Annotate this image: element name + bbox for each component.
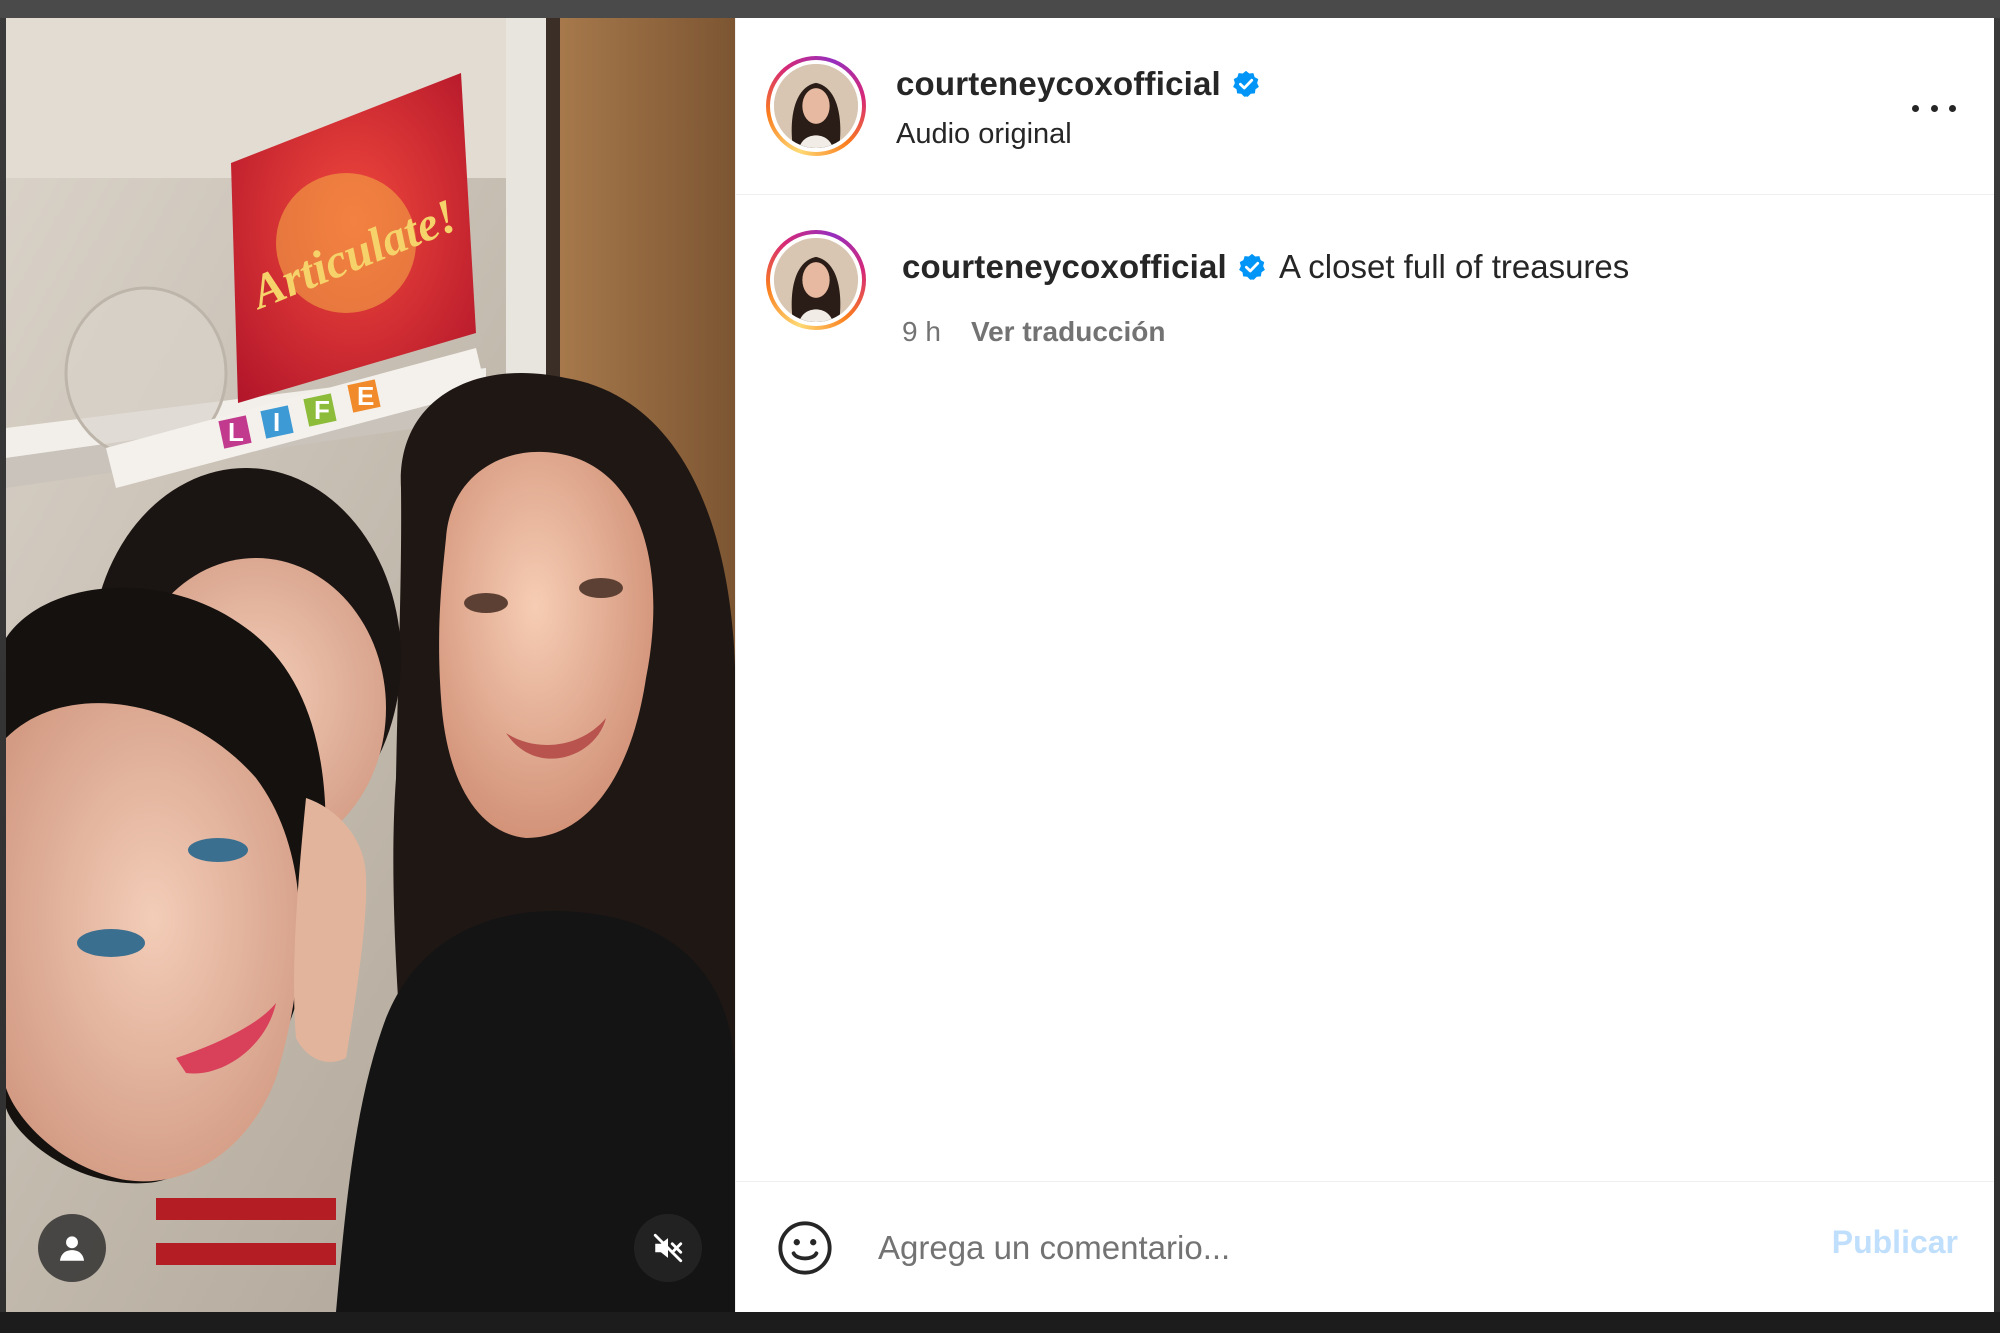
- post-modal: Articulate! L I F E courteneycoxofficial…: [6, 18, 1994, 1312]
- backdrop-thumbnail-strip: [0, 1312, 2000, 1333]
- caption-username[interactable]: courteneycoxofficial: [902, 248, 1227, 286]
- comment-bar: Publicar: [736, 1181, 1994, 1312]
- post-details-panel: courteneycoxofficial Audio original cour…: [735, 18, 1994, 1312]
- comment-input[interactable]: [876, 1212, 1750, 1284]
- caption-text: A closet full of treasures: [1278, 248, 1630, 285]
- verified-badge-icon: [1233, 70, 1259, 97]
- post-time[interactable]: 9 h: [902, 316, 941, 348]
- more-options-dot: [1949, 104, 1956, 112]
- life-letter-l: L: [228, 417, 244, 447]
- post-video[interactable]: Articulate! L I F E: [6, 18, 735, 1312]
- author-name-link[interactable]: courteneycoxofficial: [896, 65, 1261, 103]
- life-letter-i: I: [273, 407, 280, 437]
- life-letter-f: F: [314, 395, 330, 425]
- life-letter-e: E: [357, 381, 374, 411]
- person-icon: [59, 1236, 85, 1261]
- mute-toggle-button[interactable]: [634, 1214, 702, 1282]
- speaker-muted-icon: [653, 1233, 683, 1263]
- see-translation-button[interactable]: Ver traducción: [971, 316, 1166, 348]
- audio-link[interactable]: Audio original: [896, 118, 1072, 151]
- caption-meta: 9 h Ver traducción: [902, 316, 1165, 348]
- more-options-icon: [1912, 104, 1919, 112]
- profile-photo: [774, 64, 858, 148]
- author-avatar[interactable]: [766, 56, 866, 156]
- emoji-icon[interactable]: [776, 1219, 834, 1277]
- more-options-dot: [1930, 104, 1938, 112]
- video-frame: Articulate! L I F E: [6, 18, 735, 1312]
- author-username[interactable]: courteneycoxofficial: [896, 65, 1221, 103]
- caption-line: courteneycoxofficial A closet full of tr…: [902, 248, 1629, 286]
- publish-comment-button[interactable]: Publicar: [1832, 1224, 1958, 1261]
- profile-photo: [774, 238, 858, 322]
- tagged-users-button[interactable]: [38, 1214, 106, 1282]
- verified-badge-icon: [1239, 253, 1265, 280]
- post-header: courteneycoxofficial Audio original: [736, 18, 1994, 195]
- more-options-button[interactable]: [1912, 96, 1956, 120]
- caption-author-avatar[interactable]: [766, 230, 866, 330]
